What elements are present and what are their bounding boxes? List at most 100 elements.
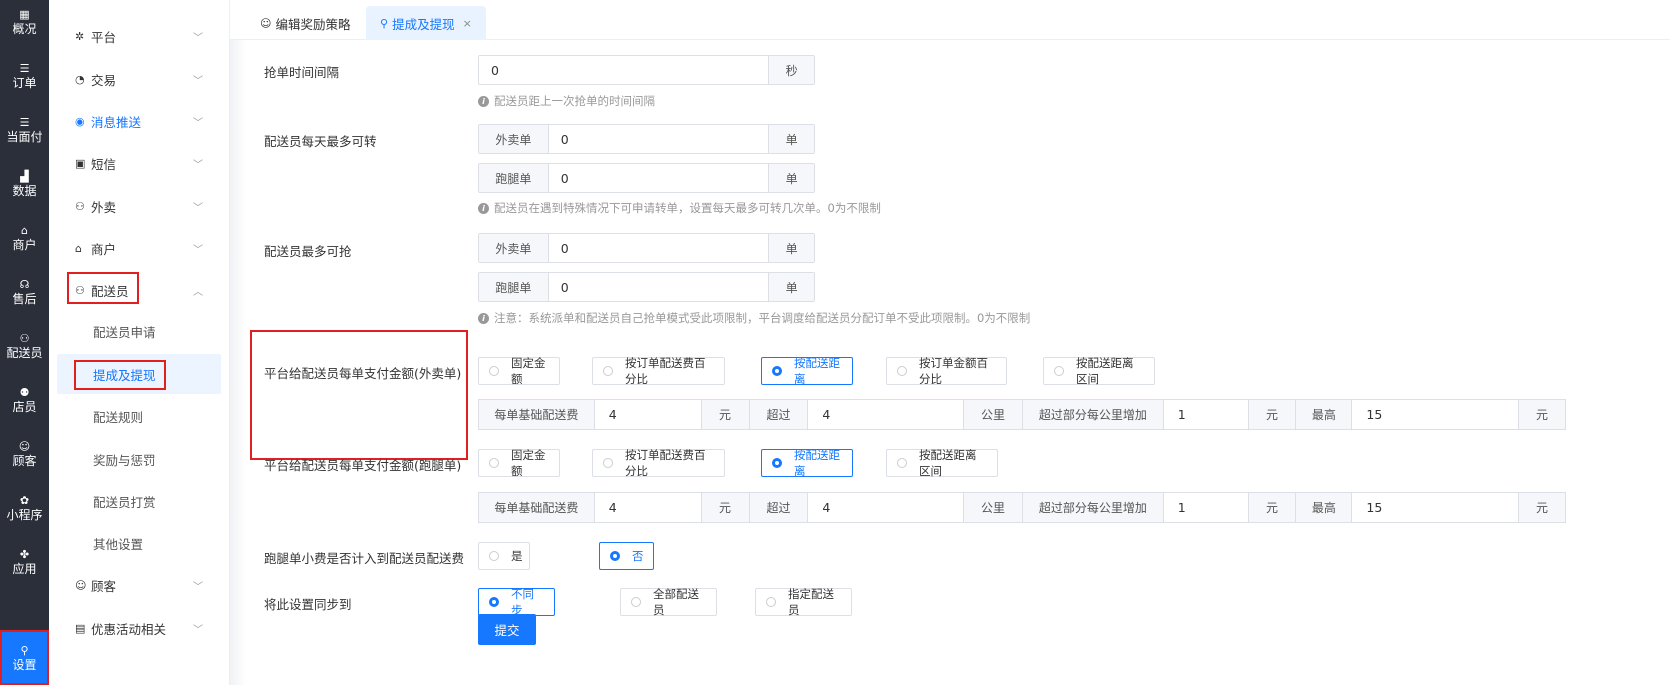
bar-chart-icon: ▟	[20, 170, 29, 183]
max-grab-hint: i 注意：系统派单和配送员自己抢单模式受此项限制，平台调度给配送员分配订单不受此…	[478, 310, 1030, 326]
pay-takeout-option-distance-range[interactable]: 按配送距离区间	[1043, 356, 1155, 386]
settings-submenu: ✲ 平台 ﹀ ◔ 交易 ﹀ ◉ 消息推送 ﹀ ▣ 短信 ﹀ ⚇ 外卖 ﹀ ⌂ 商…	[49, 0, 230, 685]
menu-group-sms[interactable]: ▣ 短信 ﹀	[49, 144, 230, 182]
radio-checked-icon	[772, 366, 782, 376]
menu-group-courier[interactable]: ⚇ 配送员 ︿	[49, 271, 230, 309]
customer-icon: ☺	[18, 440, 31, 453]
users-icon: ⚉	[19, 386, 30, 399]
pay-takeout-detail-row: 每单基础配送费 4 元 超过 4 公里 超过部分每公里增加 1 元 最高 15 …	[478, 399, 1566, 430]
scooter-icon: ⚇	[19, 332, 30, 345]
menu-item-commission[interactable]: 提成及提现	[57, 354, 221, 394]
menu-group-merchant[interactable]: ⌂ 商户 ﹀	[49, 229, 230, 267]
list-icon: ☰	[19, 62, 30, 75]
menu-item-delivery-rules[interactable]: 配送规则	[49, 397, 230, 435]
chevron-down-icon: ﹀	[193, 159, 203, 171]
gear-icon: ✲	[75, 29, 85, 43]
rail-item-data[interactable]: ▟ 数据	[0, 158, 49, 210]
menu-item-courier-tips[interactable]: 配送员打赏	[49, 482, 230, 520]
radio-icon	[489, 366, 499, 376]
rail-item-overview[interactable]: ▦ 概况	[0, 0, 49, 48]
max-fee-input[interactable]: 15	[1352, 400, 1520, 429]
max-transfer-errand-group: 跑腿单 单	[478, 163, 815, 193]
max-transfer-label: 配送员每天最多可转	[264, 134, 377, 149]
max-grab-label: 配送员最多可抢	[264, 244, 352, 259]
base-fee-input[interactable]: 4	[595, 400, 702, 429]
rail-item-customers[interactable]: ☺ 顾客	[0, 428, 49, 480]
sync-option-specified[interactable]: 指定配送员	[755, 587, 852, 617]
sync-option-all[interactable]: 全部配送员	[620, 587, 717, 617]
rail-item-couriers[interactable]: ⚇ 配送员	[0, 320, 49, 372]
close-icon[interactable]: ×	[463, 17, 472, 30]
max-grab-errand-input[interactable]	[548, 273, 769, 301]
over-km-input[interactable]: 4	[808, 400, 965, 429]
pay-errand-option-fixed[interactable]: 固定金额	[478, 448, 560, 478]
pay-takeout-option-fee-percent[interactable]: 按订单配送费百分比	[592, 356, 725, 386]
pay-errand-option-fee-percent[interactable]: 按订单配送费百分比	[592, 448, 725, 478]
pay-takeout-option-amount-percent[interactable]: 按订单金额百分比	[886, 356, 1007, 386]
tip-option-yes[interactable]: 是	[478, 542, 530, 570]
max-transfer-errand-input[interactable]	[548, 164, 769, 192]
grab-interval-input[interactable]	[479, 56, 769, 84]
tab-commission[interactable]: ⚲ 提成及提现 ×	[366, 6, 486, 40]
radio-icon	[631, 597, 641, 607]
max-grab-takeout-input[interactable]	[548, 234, 769, 262]
apps-icon: ✤	[19, 548, 30, 561]
menu-group-takeout[interactable]: ⚇ 外卖 ﹀	[49, 187, 230, 225]
tab-edit-reward[interactable]: ☺ 编辑奖励策略	[246, 6, 364, 40]
pay-takeout-option-distance[interactable]: 按配送距离	[761, 356, 853, 386]
pay-errand-option-distance[interactable]: 按配送距离	[761, 448, 853, 478]
menu-item-courier-apply[interactable]: 配送员申请	[49, 312, 230, 350]
sms-icon: ▣	[75, 156, 86, 170]
submit-button[interactable]: 提交	[478, 614, 536, 645]
extra-per-km-input[interactable]: 1	[1164, 493, 1249, 522]
wechat-icon: ✿	[19, 494, 30, 507]
rail-item-face-pay[interactable]: ☰ 当面付	[0, 104, 49, 156]
sync-option-none[interactable]: 不同步	[478, 587, 555, 617]
max-fee-input[interactable]: 15	[1352, 493, 1520, 522]
menu-group-platform[interactable]: ✲ 平台 ﹀	[49, 17, 230, 55]
chevron-down-icon: ﹀	[193, 117, 203, 129]
extra-per-km-input[interactable]: 1	[1164, 400, 1249, 429]
shop-icon: ⌂	[75, 241, 82, 255]
rail-item-settings[interactable]: ⚲ 设置	[0, 630, 49, 685]
pay-errand-option-distance-range[interactable]: 按配送距离区间	[886, 448, 998, 478]
radio-icon	[897, 458, 907, 468]
menu-item-reward-punish[interactable]: 奖励与惩罚	[49, 440, 230, 478]
radio-icon	[603, 366, 613, 376]
menu-item-other-settings[interactable]: 其他设置	[49, 524, 230, 562]
pay-takeout-option-fixed[interactable]: 固定金额	[478, 356, 560, 386]
max-transfer-takeout-input[interactable]	[548, 125, 769, 153]
tab-bar: ☺ 编辑奖励策略 ⚲ 提成及提现 ×	[230, 0, 1670, 40]
pay-takeout-label: 平台给配送员每单支付金额(外卖单)	[264, 366, 462, 381]
base-fee-input[interactable]: 4	[595, 493, 702, 522]
menu-group-customer[interactable]: ☺ 顾客 ﹀	[49, 566, 230, 604]
scooter-icon: ⚇	[75, 199, 85, 213]
list-icon: ☰	[19, 116, 30, 129]
headset-icon: ☊	[19, 278, 30, 291]
radio-checked-icon	[772, 458, 782, 468]
customer-icon: ☺	[75, 578, 87, 592]
rail-item-mini-program[interactable]: ✿ 小程序	[0, 482, 49, 534]
sync-label: 将此设置同步到	[264, 597, 352, 612]
over-km-input[interactable]: 4	[808, 493, 965, 522]
rail-item-after-sales[interactable]: ☊ 售后	[0, 266, 49, 318]
rail-item-merchants[interactable]: ⌂ 商户	[0, 212, 49, 264]
user-icon: ⚲	[380, 16, 389, 30]
tip-included-label: 跑腿单小费是否计入到配送员配送费	[264, 551, 465, 566]
radio-icon	[489, 551, 499, 561]
chevron-down-icon: ﹀	[193, 202, 203, 214]
rail-item-staff[interactable]: ⚉ 店员	[0, 374, 49, 426]
info-icon: i	[478, 312, 489, 324]
rail-item-orders[interactable]: ☰ 订单	[0, 50, 49, 102]
user-circle-icon: ☺	[260, 16, 272, 30]
max-grab-takeout-group: 外卖单 单	[478, 233, 815, 263]
menu-group-promotions[interactable]: ▤ 优惠活动相关 ﹀	[49, 609, 230, 647]
push-icon: ◉	[75, 114, 85, 128]
menu-group-push[interactable]: ◉ 消息推送 ﹀	[49, 102, 230, 140]
menu-group-trade[interactable]: ◔ 交易 ﹀	[49, 60, 230, 98]
gift-icon: ▤	[75, 621, 86, 635]
chevron-up-icon: ︿	[193, 286, 203, 298]
grab-interval-hint: i 配送员距上一次抢单的时间间隔	[478, 93, 655, 109]
rail-item-apps[interactable]: ✤ 应用	[0, 536, 49, 588]
tip-option-no[interactable]: 否	[599, 542, 654, 570]
